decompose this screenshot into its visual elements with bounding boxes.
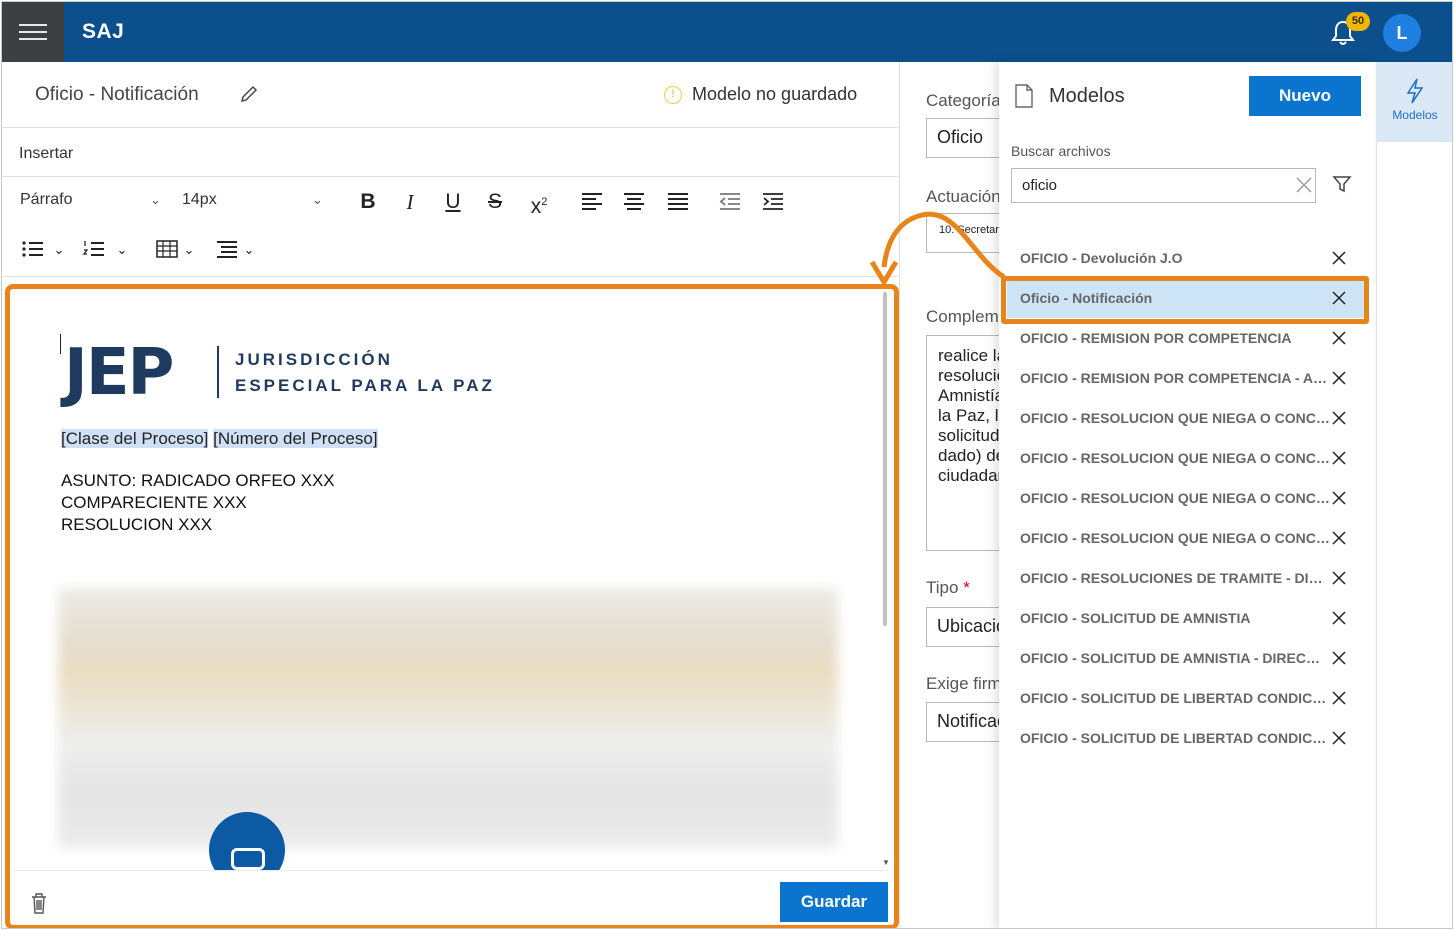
list-item[interactable]: OFICIO - SOLICITUD DE LIBERTAD CONDICION… — [1007, 718, 1367, 758]
category-label: Categoría — [926, 91, 1001, 110]
chevron-down-icon: ⌄ — [150, 192, 161, 207]
list-item[interactable]: OFICIO - RESOLUCIONES DE TRAMITE - DIREC… — [1007, 558, 1367, 598]
search-input[interactable] — [1012, 169, 1282, 202]
action-label: Actuación — [926, 187, 1001, 206]
close-icon[interactable] — [1332, 571, 1346, 585]
top-bar: SAJ 50 L — [2, 2, 1452, 62]
document-title: Oficio - Notificación — [35, 84, 199, 105]
type-label: Tipo * — [926, 578, 970, 597]
font-size-select[interactable]: 14px ⌄ — [182, 191, 330, 215]
chevron-down-icon[interactable]: ⌄ — [48, 236, 70, 264]
underline-button[interactable]: U — [438, 188, 468, 216]
bold-button[interactable]: B — [353, 188, 383, 216]
chevron-down-icon[interactable]: ⌄ — [178, 236, 200, 264]
align-left-icon[interactable] — [577, 188, 607, 216]
pencil-icon[interactable] — [239, 84, 259, 104]
align-center-icon[interactable] — [619, 188, 649, 216]
italic-button[interactable]: I — [395, 188, 425, 216]
close-icon[interactable] — [1332, 411, 1346, 425]
close-icon[interactable] — [1332, 251, 1346, 265]
bullet-list-icon[interactable] — [18, 236, 48, 264]
chevron-down-icon[interactable]: ⌄ — [238, 236, 260, 264]
menu-insert[interactable]: Insertar — [19, 145, 73, 163]
close-icon[interactable] — [1332, 331, 1346, 345]
close-icon[interactable] — [1332, 691, 1346, 705]
tab-models[interactable]: Modelos — [1376, 62, 1452, 142]
align-justify-icon[interactable] — [663, 188, 693, 216]
close-icon[interactable] — [1296, 177, 1312, 193]
list-item[interactable]: OFICIO - Devolución J.O — [1007, 238, 1367, 278]
filter-icon[interactable] — [1332, 174, 1352, 194]
block-format-value: Párrafo — [20, 191, 73, 208]
required-marker: * — [963, 578, 970, 597]
close-icon[interactable] — [1332, 731, 1346, 745]
font-size-value: 14px — [182, 191, 217, 208]
list-item[interactable]: OFICIO - RESOLUCION QUE NIEGA O CONCEDE … — [1007, 518, 1367, 558]
close-icon[interactable] — [1332, 531, 1346, 545]
search-box — [1011, 168, 1316, 203]
hamburger-icon — [19, 24, 47, 26]
app-window: SAJ 50 L Oficio - Notificación ! Modelo … — [1, 1, 1453, 929]
models-title: Modelos — [1049, 85, 1125, 107]
list-item[interactable]: OFICIO - SOLICITUD DE AMNISTIA - DIRECCI… — [1007, 638, 1367, 678]
list-item[interactable]: OFICIO - RESOLUCION QUE NIEGA O CONCEDE — [1007, 398, 1367, 438]
close-icon[interactable] — [1332, 451, 1346, 465]
new-model-button[interactable]: Nuevo — [1249, 76, 1361, 116]
avatar[interactable]: L — [1383, 14, 1421, 52]
notification-badge: 50 — [1346, 12, 1370, 31]
close-icon[interactable] — [1332, 291, 1346, 305]
outdent-icon[interactable] — [715, 188, 745, 216]
list-item[interactable]: OFICIO - RESOLUCION QUE NIEGA O CONCEDE … — [1007, 478, 1367, 518]
side-rail — [1376, 142, 1452, 928]
file-icon — [1015, 84, 1033, 108]
close-icon[interactable] — [1332, 371, 1346, 385]
close-icon[interactable] — [1332, 491, 1346, 505]
superscript-button[interactable]: x2 — [524, 188, 554, 218]
strikethrough-button[interactable]: S — [480, 188, 510, 216]
save-status: Modelo no guardado — [692, 84, 858, 104]
list-item[interactable]: OFICIO - REMISION POR COMPETENCIA — [1007, 318, 1367, 358]
lightning-icon — [1406, 78, 1424, 104]
list-item[interactable]: OFICIO - SOLICITUD DE AMNISTIA — [1007, 598, 1367, 638]
menu-bar: Insertar — [2, 129, 899, 177]
list-item[interactable]: OFICIO - REMISION POR COMPETENCIA - Amni… — [1007, 358, 1367, 398]
menu-button[interactable] — [2, 2, 64, 62]
format-toolbar: Párrafo ⌄ 14px ⌄ B I U S x2 ⌄ ⌄ ⌄ ⌄ — [2, 177, 899, 277]
list-item[interactable]: OFICIO - RESOLUCION QUE NIEGA O CONCEDE … — [1007, 438, 1367, 478]
close-icon[interactable] — [1332, 651, 1346, 665]
close-icon[interactable] — [1332, 611, 1346, 625]
chevron-down-icon: ⌄ — [312, 192, 323, 207]
numbered-list-icon[interactable] — [79, 236, 109, 264]
indent-icon[interactable] — [758, 188, 788, 216]
chevron-down-icon[interactable]: ⌄ — [111, 236, 133, 264]
list-item[interactable]: OFICIO - SOLICITUD DE LIBERTAD CONDICION… — [1007, 678, 1367, 718]
warning-icon: ! — [664, 86, 682, 104]
list-item-selected[interactable]: Oficio - Notificación — [1007, 278, 1367, 318]
app-title: SAJ — [82, 20, 125, 43]
models-panel: Modelos Nuevo Buscar archivos OFICIO - D… — [999, 62, 1375, 928]
tab-models-label: Modelos — [1392, 108, 1438, 122]
highlight-outline-document — [5, 284, 899, 928]
search-label: Buscar archivos — [1011, 143, 1111, 159]
editor-header: Oficio - Notificación ! Modelo no guarda… — [2, 62, 899, 128]
block-format-select[interactable]: Párrafo ⌄ — [20, 191, 166, 215]
